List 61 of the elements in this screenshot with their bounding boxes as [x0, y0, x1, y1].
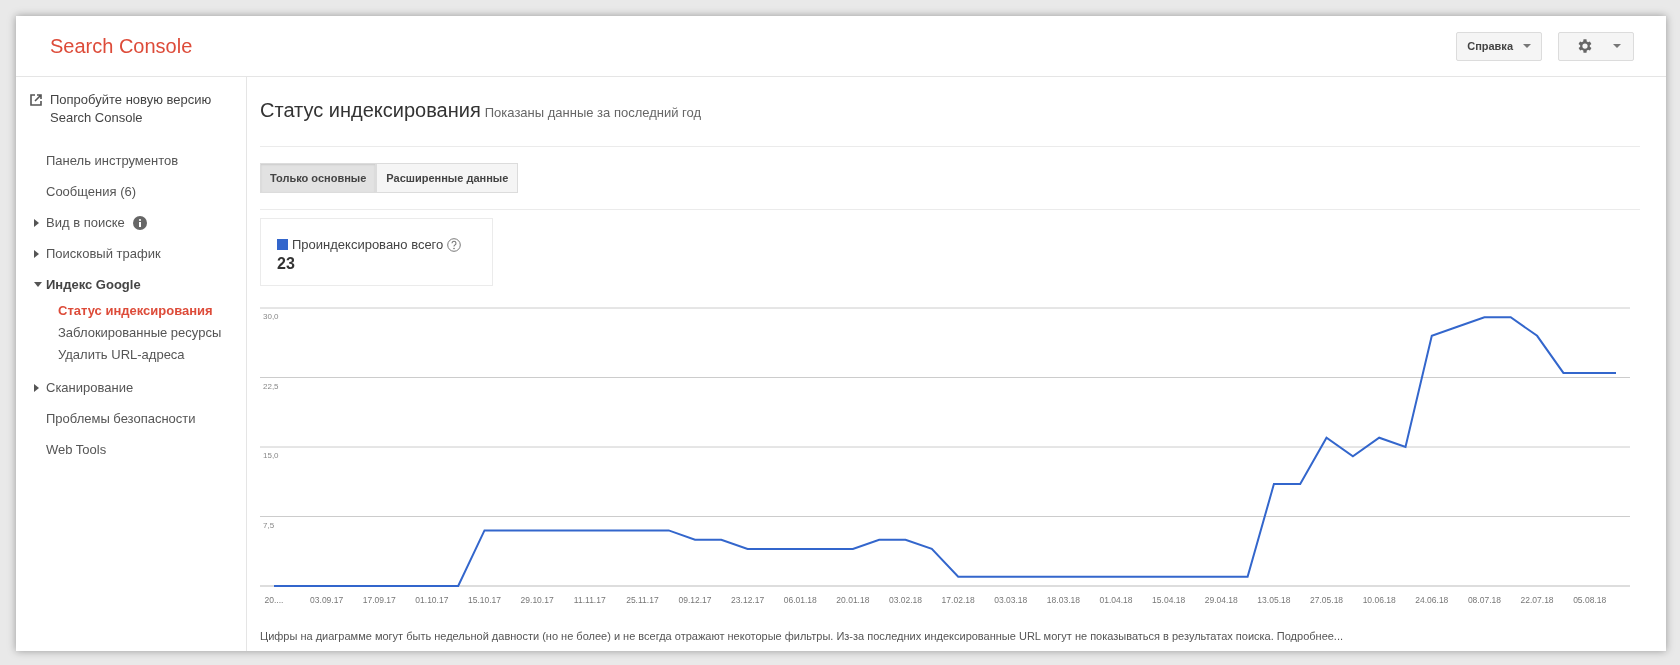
x-axis-label: 09.12.17: [678, 595, 712, 605]
x-axis-label: 03.02.18: [889, 595, 923, 605]
caret-icon: [1613, 44, 1621, 48]
x-axis-label: 20.01.18: [836, 595, 870, 605]
settings-icon: [1576, 37, 1594, 55]
x-axis-label: 22.07.18: [1520, 595, 1554, 605]
x-axis-label: 11.11.17: [573, 595, 606, 605]
metric-label: Проиндексировано всего: [292, 236, 444, 254]
y-axis-label: 15,0: [263, 451, 279, 460]
x-axis-label: 03.09.17: [310, 595, 344, 605]
collapsed-triangle-icon: [34, 218, 39, 227]
view-tab[interactable]: Расширенные данные: [376, 163, 519, 193]
collapsed-triangle-icon: [34, 383, 39, 392]
x-axis-label: 10.06.18: [1362, 595, 1396, 605]
x-axis-label: 06.01.18: [783, 595, 817, 605]
external-link-icon: [30, 94, 42, 106]
sidebar-subitem[interactable]: Удалить URL-адреса: [16, 344, 246, 366]
x-axis-label: 25.11.17: [626, 595, 659, 605]
x-axis-label: 24.06.18: [1415, 595, 1449, 605]
y-axis-label: 30,0: [263, 312, 279, 321]
x-axis-label: 29.10.17: [520, 595, 554, 605]
sidebar-subitem[interactable]: Заблокированные ресурсы: [16, 322, 246, 344]
sidebar-item[interactable]: Панель инструментов: [16, 145, 246, 176]
x-axis-label: 20....: [264, 595, 284, 605]
sidebar-item[interactable]: Проблемы безопасности: [16, 403, 246, 434]
x-axis-label: 13.05.18: [1257, 595, 1291, 605]
x-axis-label: 08.07.18: [1467, 595, 1501, 605]
x-axis-label: 03.03.18: [994, 595, 1028, 605]
x-axis-label: 05.08.18: [1573, 595, 1607, 605]
page-title: Статус индексирования: [260, 98, 481, 123]
settings-button[interactable]: [1558, 31, 1634, 61]
y-axis-label: 7,5: [263, 520, 275, 530]
app-title: Search Console: [50, 34, 193, 59]
sidebar-item[interactable]: Сообщения (6): [16, 176, 246, 207]
sidebar-item[interactable]: Web Tools: [16, 434, 246, 465]
x-axis-label: 17.09.17: [362, 595, 396, 605]
x-axis-label: 27.05.18: [1310, 595, 1344, 605]
sidebar-item[interactable]: Вид в поиске: [16, 207, 246, 238]
help-icon[interactable]: [447, 237, 462, 252]
footnote: Цифры на диаграмме могут быть недельной давности (но не более) и не всегда отражают некоторые фильтры. Из-за последних индексированные URL могут не показываться в результатах поиска. Подробнее...: [260, 629, 1345, 644]
y-axis-label: 22,5: [263, 381, 279, 391]
expanded-triangle-icon: [34, 282, 42, 287]
collapsed-triangle-icon: [34, 249, 39, 258]
x-axis-label: 23.12.17: [731, 595, 765, 605]
sidebar-subitem[interactable]: Статус индексирования: [16, 300, 246, 322]
x-axis-label: 18.03.18: [1046, 595, 1080, 605]
sidebar-item[interactable]: Индекс Google: [16, 269, 246, 300]
x-axis-label: 15.04.18: [1152, 595, 1186, 605]
view-tab[interactable]: Только основные: [260, 163, 377, 193]
page-subtitle: Показаны данные за последний год: [484, 104, 702, 122]
x-axis-label: 29.04.18: [1204, 595, 1238, 605]
sidebar-item[interactable]: Сканирование: [16, 372, 246, 403]
x-axis-label: 01.10.17: [415, 595, 449, 605]
new-version-link[interactable]: Попробуйте новую версию Search Console: [50, 91, 236, 127]
help-dropdown[interactable]: Справка: [1456, 31, 1542, 61]
sidebar-item[interactable]: Поисковый трафик: [16, 238, 246, 269]
metric-value: 23: [277, 254, 296, 273]
x-axis-label: 17.02.18: [941, 595, 975, 605]
caret-icon: [1523, 44, 1531, 48]
x-axis-label: 15.10.17: [467, 595, 502, 605]
x-axis-label: 01.04.18: [1099, 595, 1133, 605]
